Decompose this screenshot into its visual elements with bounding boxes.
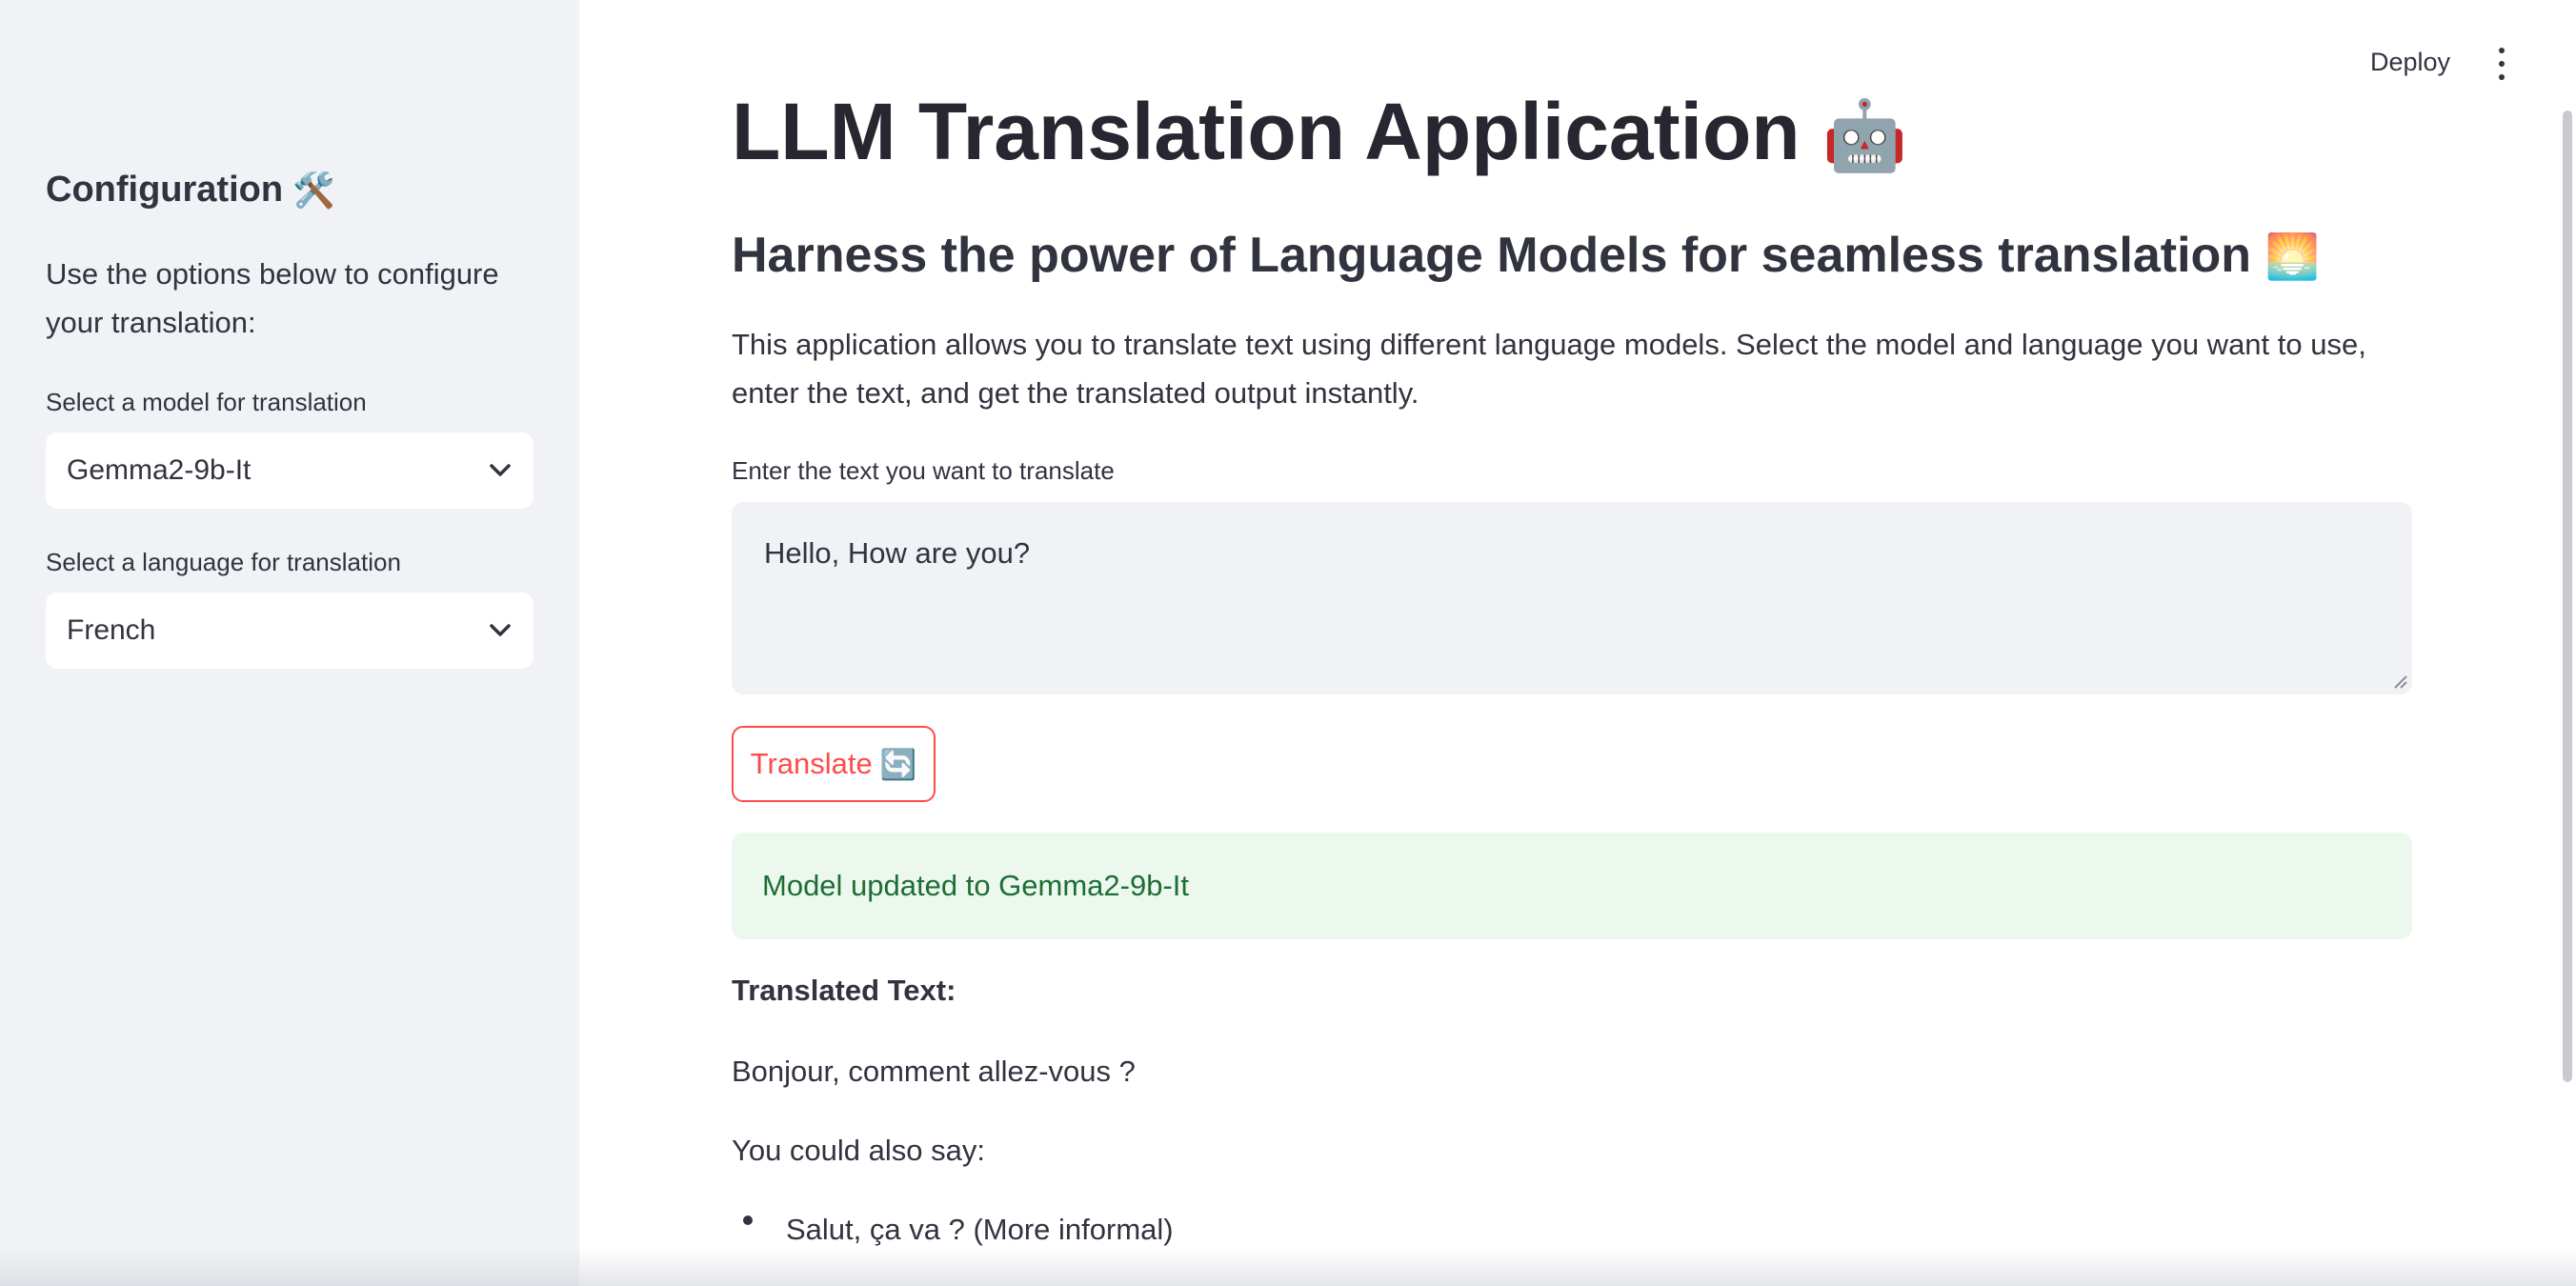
translate-button[interactable]: Translate 🔄 [732, 726, 936, 802]
sidebar-description: Use the options below to configure your … [46, 257, 499, 339]
main-menu-icon[interactable] [2490, 48, 2513, 80]
page-subtitle: Harness the power of Language Models for… [732, 227, 2320, 284]
refresh-icon: 🔄 [879, 747, 917, 781]
model-select[interactable]: Gemma2-9b-It [46, 432, 533, 509]
model-select-label: Select a model for translation [46, 388, 367, 416]
page-subtitle-text: Harness the power of Language Models for… [732, 228, 2252, 283]
main-scrollbar[interactable] [2563, 111, 2572, 1082]
app-root: Configuration 🛠️ Use the options below t… [0, 0, 2576, 1286]
output-alternative-item: Salut, ça va ? (More informal) [786, 1213, 1174, 1246]
deploy-button[interactable]: Deploy [2370, 48, 2450, 77]
bottom-fade [0, 1248, 2576, 1286]
model-select-value: Gemma2-9b-It [67, 454, 252, 486]
resize-handle-icon[interactable] [2391, 673, 2408, 690]
sidebar-header-text: Configuration [46, 170, 284, 210]
output-heading: Translated Text: [732, 974, 956, 1007]
sunrise-icon: 🌅 [2264, 231, 2320, 281]
text-input-label: Enter the text you want to translate [732, 456, 1115, 485]
text-input[interactable]: Hello, How are you? [732, 502, 2412, 694]
chevron-down-icon [488, 458, 513, 483]
translate-button-label: Translate [750, 747, 873, 780]
output-alternative-intro: You could also say: [732, 1134, 985, 1167]
chevron-down-icon [488, 618, 513, 643]
output-translation: Bonjour, comment allez-vous ? [732, 1055, 1136, 1088]
language-select[interactable]: French [46, 593, 533, 669]
success-alert-text: Model updated to Gemma2-9b-It [762, 869, 1190, 902]
app-description: This application allows you to translate… [732, 328, 2366, 410]
page-title: LLM Translation Application 🤖 [732, 95, 1908, 188]
language-select-value: French [67, 614, 156, 646]
title-clip: LLM Translation Application 🤖 [579, 95, 2561, 200]
robot-icon: 🤖 [1821, 98, 1908, 174]
page-title-text: LLM Translation Application [732, 95, 1801, 176]
language-select-label: Select a language for translation [46, 548, 401, 576]
success-alert: Model updated to Gemma2-9b-It [732, 833, 2412, 939]
sidebar-header: Configuration 🛠️ [46, 170, 335, 211]
list-bullet [743, 1216, 753, 1225]
tools-icon: 🛠️ [292, 170, 335, 210]
sidebar: Configuration 🛠️ Use the options below t… [0, 0, 579, 1286]
